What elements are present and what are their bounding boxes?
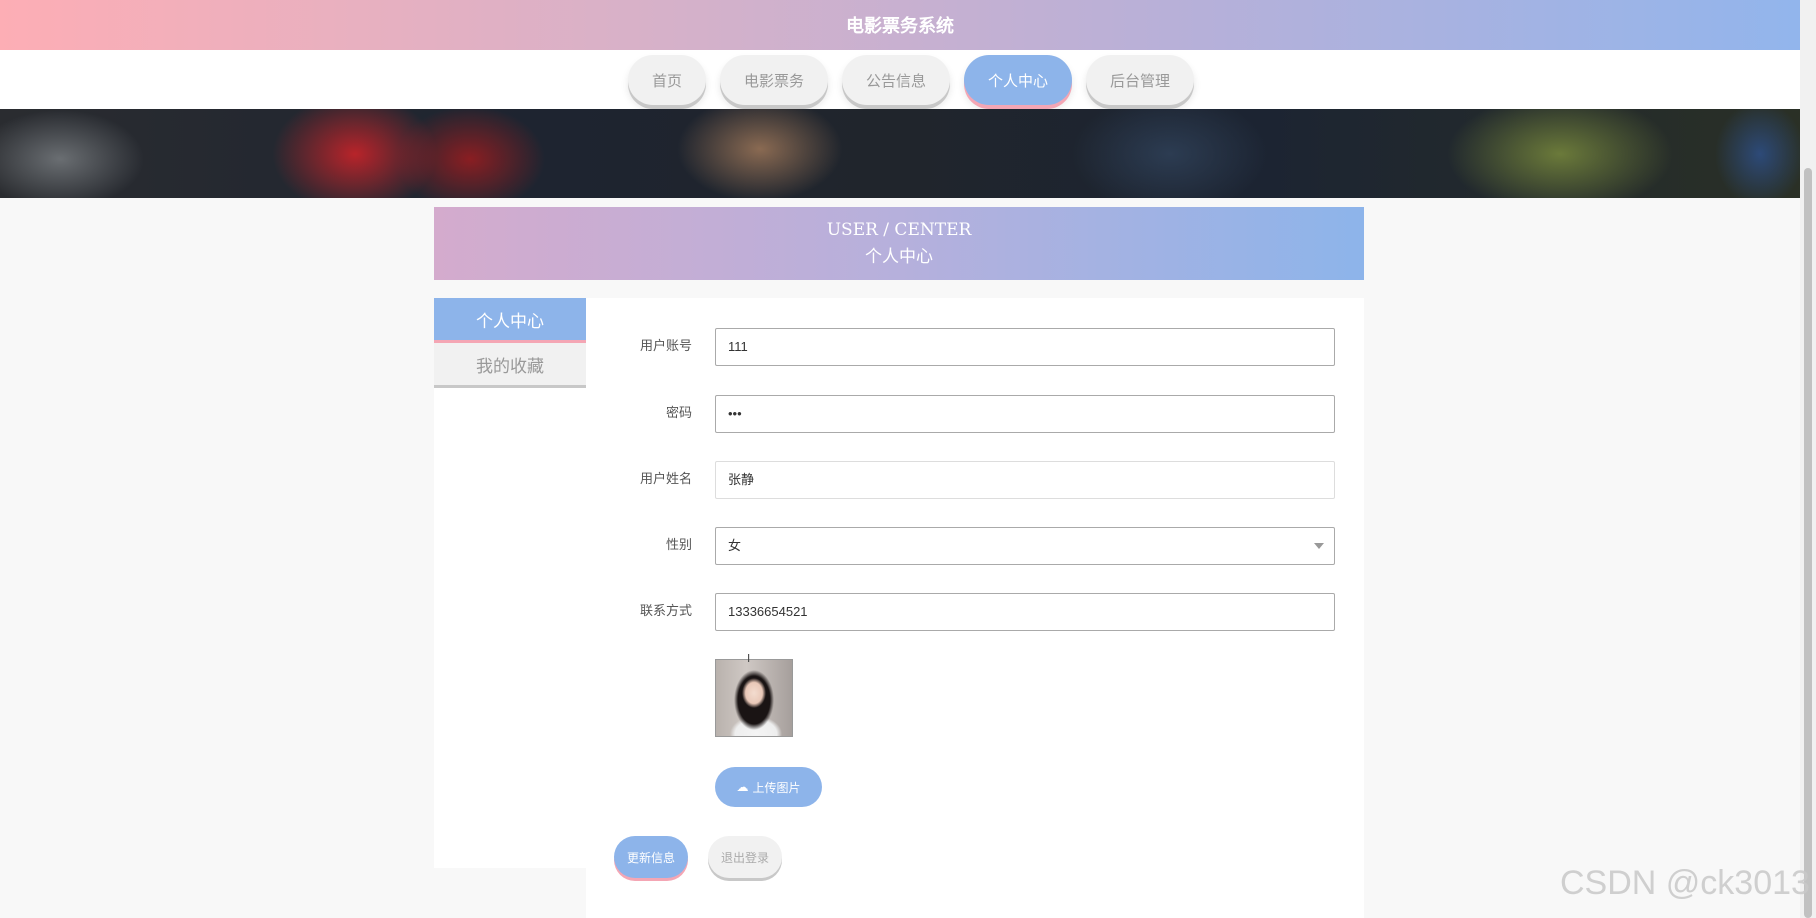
- gender-label: 性别: [665, 538, 692, 553]
- logout-button[interactable]: 退出登录: [708, 836, 782, 878]
- app-title-bar: 电影票务系统: [0, 0, 1800, 50]
- sidebar: 个人中心 我的收藏: [434, 298, 586, 868]
- main-nav: 首页 电影票务 公告信息 个人中心 后台管理: [0, 50, 1800, 109]
- section-title-en: USER / CENTER: [826, 220, 972, 240]
- nav-user-center[interactable]: 个人中心: [964, 55, 1073, 105]
- phone-input[interactable]: 13336654521: [715, 593, 1335, 631]
- account-label: 用户账号: [639, 339, 692, 354]
- hero-banner-image: [0, 109, 1800, 198]
- nav-admin[interactable]: 后台管理: [1086, 55, 1195, 105]
- cloud-upload-icon: ☁: [736, 780, 749, 794]
- gender-select[interactable]: 女: [715, 527, 1335, 565]
- name-row: 用户姓名 张静: [586, 461, 1364, 499]
- app-title: 电影票务系统: [846, 16, 954, 37]
- password-label: 密码: [665, 406, 692, 421]
- phone-label: 联系方式: [639, 604, 692, 619]
- watermark: CSDN @ck3013: [1560, 864, 1810, 902]
- upload-image-button[interactable]: ☁ 上传图片: [715, 767, 822, 807]
- name-input[interactable]: 张静: [715, 461, 1335, 499]
- gender-value: 女: [728, 538, 742, 553]
- phone-row: 联系方式 13336654521: [586, 593, 1364, 631]
- profile-form: 用户账号 111 密码 ••• 用户姓名 张静 性别 女 联系方式 133366…: [586, 298, 1364, 918]
- sidebar-item-favorites[interactable]: 我的收藏: [434, 343, 586, 385]
- account-row: 用户账号 111: [586, 328, 1364, 366]
- nav-home[interactable]: 首页: [627, 55, 706, 105]
- chevron-down-icon: [1314, 543, 1324, 549]
- password-input[interactable]: •••: [715, 395, 1335, 433]
- update-info-button[interactable]: 更新信息: [614, 836, 688, 878]
- section-title-zh: 个人中心: [865, 247, 933, 267]
- scrollbar-thumb[interactable]: [1804, 168, 1812, 918]
- gender-row: 性别 女: [586, 527, 1364, 565]
- page-scrollbar[interactable]: [1800, 0, 1816, 918]
- avatar-photo: [715, 659, 793, 737]
- upload-image-label: 上传图片: [752, 780, 801, 795]
- sidebar-item-user-center[interactable]: 个人中心: [434, 298, 586, 340]
- account-input[interactable]: 111: [715, 328, 1335, 366]
- section-header: USER / CENTER 个人中心: [434, 207, 1364, 280]
- form-actions: 更新信息 退出登录: [614, 836, 782, 878]
- name-label: 用户姓名: [639, 472, 692, 487]
- nav-announcements[interactable]: 公告信息: [841, 55, 950, 105]
- password-row: 密码 •••: [586, 395, 1364, 433]
- nav-movie-tickets[interactable]: 电影票务: [719, 55, 828, 105]
- text-cursor-icon: I: [747, 652, 751, 665]
